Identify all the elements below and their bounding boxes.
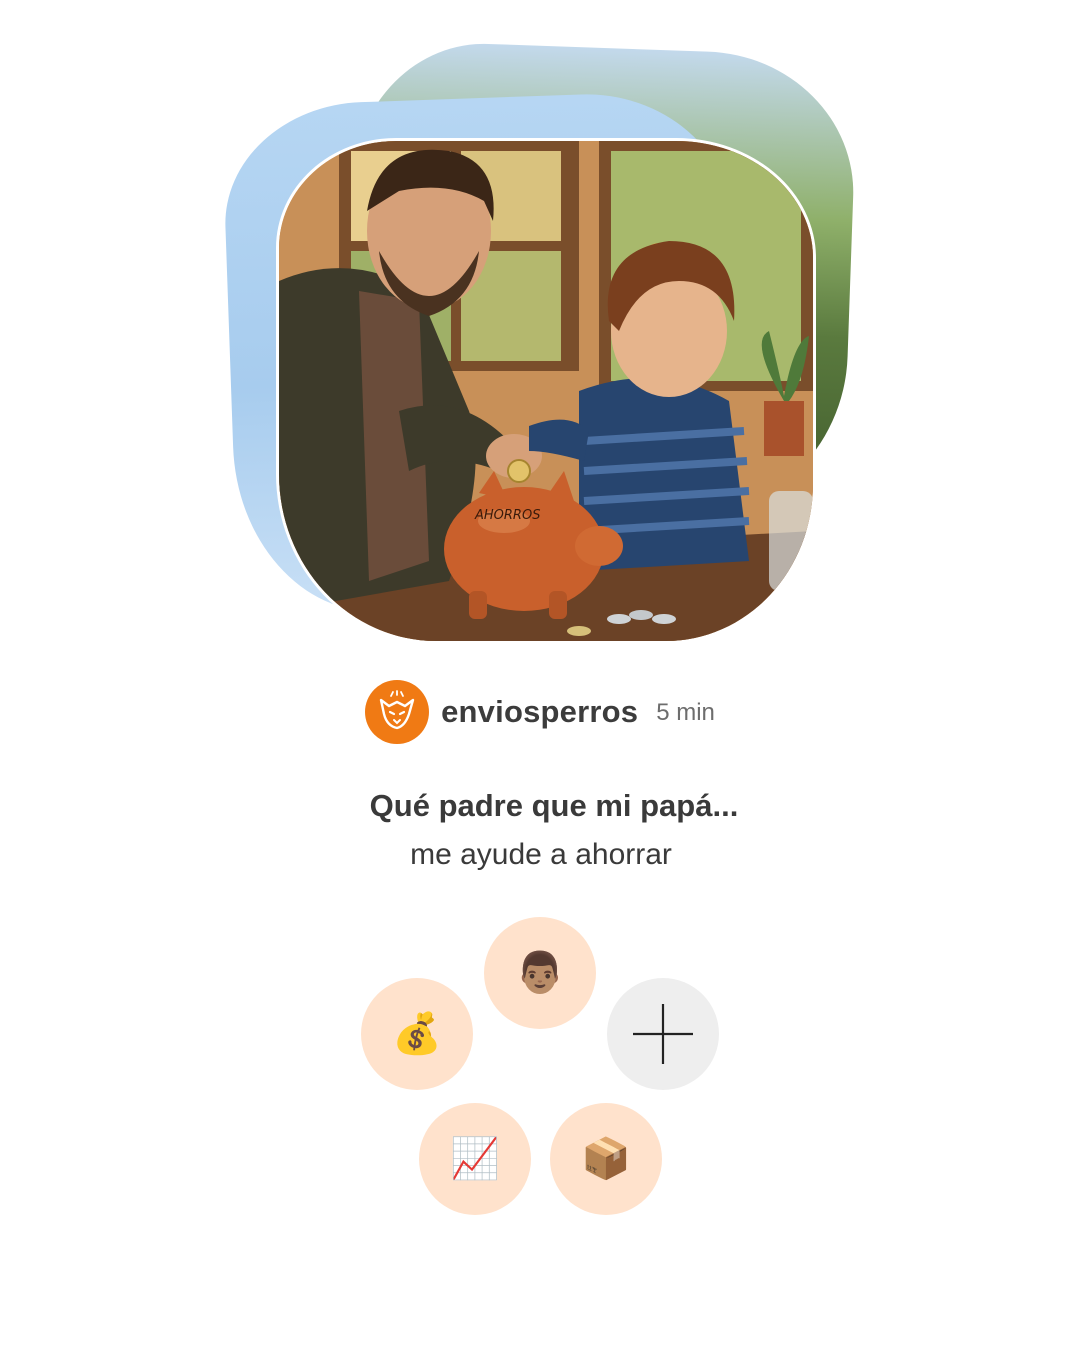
reaction-package[interactable]: 📦 (550, 1103, 662, 1215)
add-reaction-icon (633, 1004, 693, 1064)
reaction-man-face[interactable]: 👨🏽 (484, 917, 596, 1029)
father-son-piggy-bank-illustration: AHORROS (279, 141, 813, 641)
post-timestamp: 5 min (656, 699, 715, 726)
man-face-icon: 👨🏽 (515, 950, 565, 996)
piggy-bank-label: AHORROS (474, 508, 540, 523)
avatar[interactable] (365, 680, 430, 744)
fox-logo-icon (379, 690, 415, 730)
post-photo-stack[interactable]: AHORROS (220, 39, 870, 660)
post-title: Qué padre que mi papá... (369, 788, 739, 823)
reaction-chart-increasing[interactable]: 📈 (419, 1103, 531, 1215)
money-bag-icon: 💰 (392, 1011, 442, 1057)
post-author-row: enviosperros 5 min (0, 680, 1080, 744)
chart-increasing-icon: 📈 (450, 1136, 500, 1182)
post-subtitle: me ayude a ahorrar (410, 838, 672, 871)
add-reaction-button[interactable] (607, 978, 719, 1090)
author-username[interactable]: enviosperros (441, 694, 638, 730)
reaction-money-bag[interactable]: 💰 (361, 978, 473, 1090)
package-icon: 📦 (581, 1136, 631, 1182)
post-photo[interactable]: AHORROS (276, 138, 816, 644)
